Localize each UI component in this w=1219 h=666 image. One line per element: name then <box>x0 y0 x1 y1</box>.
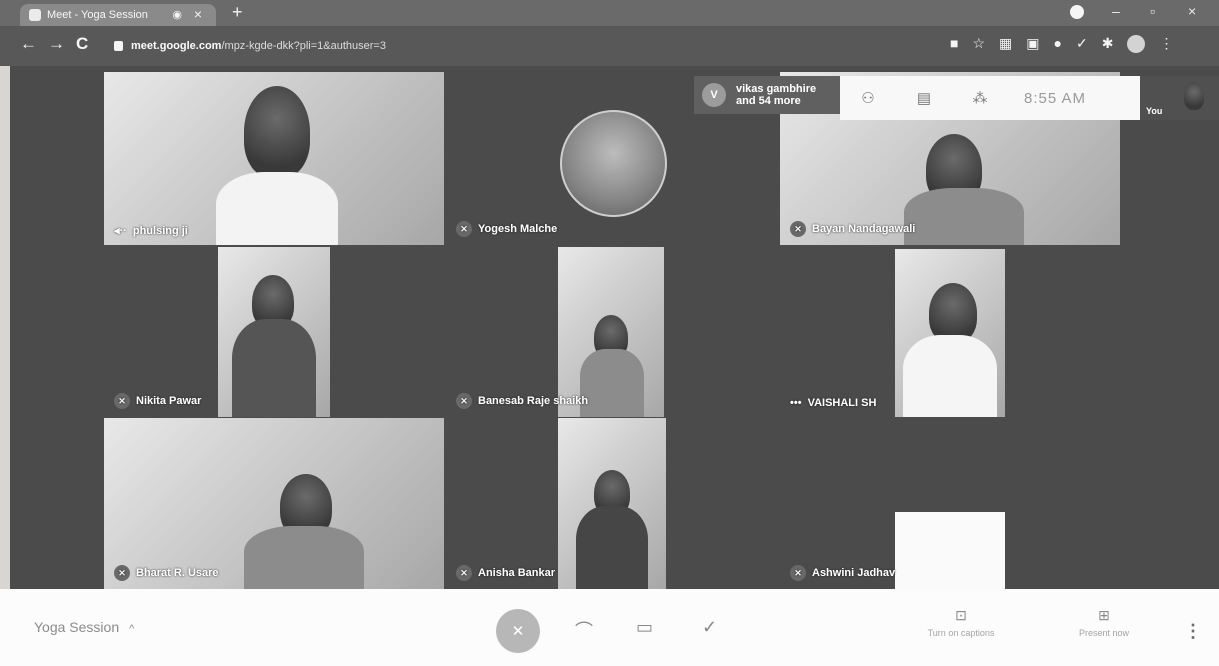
captions-icon: ⊡ <box>955 607 967 623</box>
participant-video <box>558 247 664 417</box>
meeting-clock: 8:55 AM <box>1024 89 1087 107</box>
tab-title: Meet - Yoga Session <box>47 9 148 21</box>
meeting-details-button[interactable]: Yoga Session ^ <box>34 619 134 635</box>
mic-off-icon: ✕ <box>456 393 472 409</box>
activities-icon[interactable]: ⁂ <box>952 89 1008 107</box>
participant-name: VAISHALI SH <box>807 397 877 409</box>
participant-tile[interactable]: ✕ Ashwini Jadhav <box>780 418 1120 589</box>
participants-chip[interactable]: V vikas gambhire and 54 more <box>694 76 850 114</box>
self-view-tile[interactable]: You <box>1140 76 1219 120</box>
people-icon[interactable]: ⚇ <box>840 89 896 107</box>
more-options-button[interactable]: ⋮ <box>1184 621 1202 642</box>
participant-name: Banesab Raje shaikh <box>478 395 589 407</box>
participants-chip-name: vikas gambhire <box>736 83 817 95</box>
participant-name: Bharat R. Usare <box>136 567 219 579</box>
lock-icon <box>114 41 123 51</box>
back-button[interactable]: ← <box>20 34 37 54</box>
browser-tab-bar: Meet - Yoga Session ◉ × + – ▫ × <box>0 0 1219 26</box>
browser-menu-icon[interactable]: ⋮ <box>1159 35 1173 53</box>
browser-toolbar: ← → C meet.google.com /mpz-kgde-dkk?pli=… <box>0 26 1219 66</box>
captions-label: Turn on captions <box>927 628 995 638</box>
participants-chip-count: and 54 more <box>736 95 801 107</box>
participant-name: Yogesh Malche <box>478 223 558 235</box>
mic-off-icon: ✕ <box>456 221 472 237</box>
chevron-up-icon: ^ <box>129 623 135 635</box>
mic-off-icon: ✕ <box>790 221 806 237</box>
participant-video <box>218 247 330 417</box>
captions-button[interactable]: ⊡ Turn on captions <box>906 607 1016 638</box>
video-grid: ◂·· phulsing ji ✕ Yogesh Malche ✕ Bayan … <box>10 66 1219 589</box>
url-path: /mpz-kgde-dkk?pli=1&authuser=3 <box>221 40 386 52</box>
participant-video <box>558 418 666 589</box>
camera-toggle-button[interactable]: ▭ <box>636 617 653 638</box>
reload-button[interactable]: C <box>76 34 88 54</box>
speaking-indicator-icon: ••• <box>790 397 802 409</box>
participant-tile[interactable]: ••• VAISHALI SH <box>780 247 1120 417</box>
puzzle-icon[interactable]: ✱ <box>1102 35 1114 53</box>
participant-name: phulsing ji <box>132 224 188 237</box>
present-label: Present now <box>1078 628 1130 638</box>
speaker-icon: ◉ <box>172 9 182 21</box>
mic-off-icon: ✕ <box>114 565 130 581</box>
minimize-button[interactable]: – <box>1112 3 1120 19</box>
participant-name: Bayan Nandagawali <box>812 223 916 235</box>
maximize-button[interactable]: ▫ <box>1150 3 1155 19</box>
url-host: meet.google.com <box>131 40 222 52</box>
leave-call-button[interactable]: ⌒ <box>575 617 593 643</box>
new-tab-button[interactable]: + <box>232 2 243 23</box>
participant-name: Anisha Bankar <box>478 567 556 579</box>
tab-close-icon[interactable]: × <box>194 6 202 22</box>
address-bar[interactable]: meet.google.com /mpz-kgde-dkk?pli=1&auth… <box>104 34 934 58</box>
participant-tile[interactable]: ✕ Banesab Raje shaikh <box>446 247 776 417</box>
meeting-info-panel: ⚇ ▤ ⁂ 8:55 AM <box>840 76 1140 120</box>
check-extension-icon[interactable]: ✓ <box>1076 35 1088 53</box>
participant-name: Nikita Pawar <box>136 395 202 407</box>
browser-tab-meet[interactable]: Meet - Yoga Session ◉ × <box>20 4 216 26</box>
participant-video <box>895 249 1005 417</box>
participant-tile[interactable]: ✕ Nikita Pawar <box>104 247 444 417</box>
chat-icon[interactable]: ▤ <box>896 89 952 107</box>
present-now-button[interactable]: ⊞ Present now <box>1049 607 1159 638</box>
mic-off-icon: ✕ <box>790 565 806 581</box>
microphone-toggle-button[interactable]: ✕ <box>496 609 540 653</box>
profile-indicator-icon[interactable] <box>1070 5 1084 19</box>
participant-avatar <box>560 110 667 217</box>
self-label: You <box>1146 106 1163 116</box>
forward-button[interactable]: → <box>48 34 65 54</box>
participant-avatar-letter: V <box>702 83 726 107</box>
mic-off-icon: ✕ <box>114 393 130 409</box>
profile-avatar[interactable] <box>1127 35 1146 53</box>
camera-icon[interactable]: ■ <box>950 35 958 53</box>
participant-tile[interactable]: ✕ Bharat R. Usare <box>104 418 444 589</box>
extension-dot-icon[interactable]: ● <box>1054 35 1062 53</box>
participant-name: Ashwini Jadhav <box>812 567 896 579</box>
extension-icon[interactable]: ▣ <box>1026 35 1039 53</box>
mic-off-icon: ✕ <box>456 565 472 581</box>
toolbar-icons: ■ ☆ ▦ ▣ ● ✓ ✱ ⋮ <box>950 35 1173 53</box>
participant-video <box>244 86 310 178</box>
meeting-controls-bar: Yoga Session ^ ✕ ⌒ ▭ ✓ ⊡ Turn on captions… <box>0 589 1219 666</box>
speaking-indicator-icon: ◂·· <box>114 225 127 237</box>
bookmark-star-icon[interactable]: ☆ <box>972 35 985 53</box>
participant-tile[interactable]: ✕ Anisha Bankar <box>446 418 776 589</box>
meet-favicon-icon <box>29 9 41 21</box>
mic-off-icon: ✕ <box>511 623 525 640</box>
extension-grid-icon[interactable]: ▦ <box>999 35 1012 53</box>
meeting-title: Yoga Session <box>34 619 120 635</box>
window-close-button[interactable]: × <box>1188 3 1196 19</box>
raise-hand-button[interactable]: ✓ <box>702 617 717 638</box>
participant-tile[interactable]: ◂·· phulsing ji <box>104 72 444 245</box>
present-icon: ⊞ <box>1098 607 1110 623</box>
participant-video <box>895 512 1005 589</box>
